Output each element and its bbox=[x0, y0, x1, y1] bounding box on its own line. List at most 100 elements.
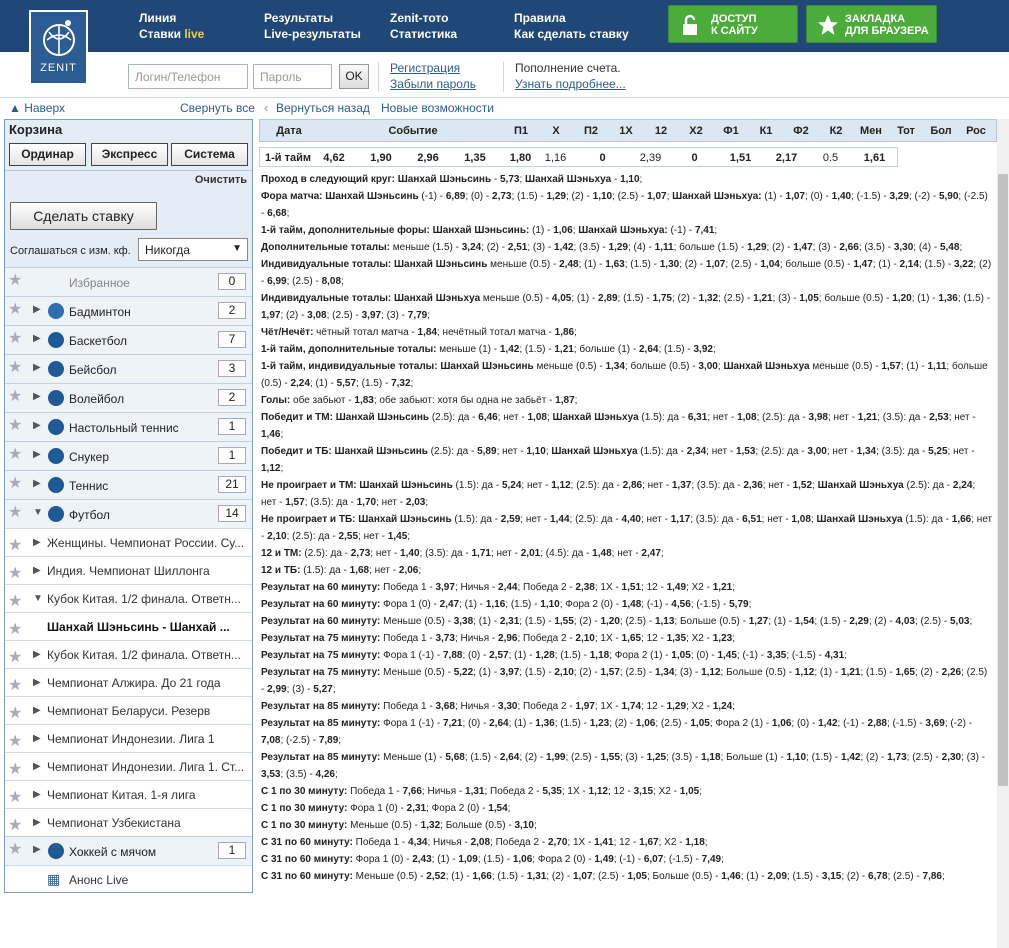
market-line[interactable]: 1-й тайм, дополнительные тоталы: меньше … bbox=[261, 341, 993, 358]
caret-down-icon[interactable]: ▼ bbox=[33, 593, 43, 604]
star-icon[interactable]: ★ bbox=[8, 731, 22, 751]
tab-system-bet[interactable]: Система bbox=[171, 143, 248, 166]
odds-cell[interactable]: 4,62 bbox=[316, 152, 352, 164]
star-icon[interactable]: ★ bbox=[8, 563, 22, 583]
register-link[interactable]: Регистрация bbox=[390, 61, 460, 75]
star-icon[interactable]: ★ bbox=[8, 759, 22, 779]
market-line[interactable]: С 1 по 30 минуту: Фора 1 (0) - 2,31; Фор… bbox=[261, 800, 993, 817]
login-input[interactable]: Логин/Телефон bbox=[128, 64, 248, 89]
scrollbar-thumb[interactable] bbox=[998, 174, 1008, 786]
league-row[interactable]: ★ ▶ Чемпионат Беларуси. Резерв bbox=[5, 696, 252, 724]
star-icon[interactable]: ★ bbox=[8, 505, 22, 521]
market-line[interactable]: Фора матча: Шанхай Шэньсинь (-1) - 6,89;… bbox=[261, 188, 993, 222]
nav-zenit-toto-link[interactable]: Zenit-тото bbox=[390, 10, 457, 26]
sport-row[interactable]: ★ ▶ Бадминтон 2 bbox=[5, 296, 252, 325]
star-icon[interactable]: ★ bbox=[8, 302, 22, 318]
league-row[interactable]: ★ ▶ Кубок Китая. 1/2 финала. Ответн... bbox=[5, 640, 252, 668]
caret-right-icon[interactable]: ▶ bbox=[33, 565, 41, 576]
market-line[interactable]: 1-й тайм, индивидуальные тоталы: Шанхай … bbox=[261, 358, 993, 392]
star-icon[interactable]: ★ bbox=[8, 619, 22, 639]
star-icon[interactable]: ★ bbox=[8, 418, 22, 434]
caret-right-icon[interactable]: ▶ bbox=[33, 333, 41, 344]
caret-right-icon[interactable]: ▶ bbox=[33, 677, 41, 688]
star-icon[interactable]: ★ bbox=[8, 273, 22, 289]
star-icon[interactable]: ★ bbox=[8, 331, 22, 347]
sport-row[interactable]: ★ ▶ Хоккей с мячом 1 bbox=[5, 836, 252, 865]
market-line[interactable]: Не проиграет и ТБ: Шанхай Шэньсинь (1.5)… bbox=[261, 511, 993, 545]
market-line[interactable]: С 1 по 30 минуту: Победа 1 - 7,66; Ничья… bbox=[261, 783, 993, 800]
market-line[interactable]: С 31 по 60 минуту: Победа 1 - 4,34; Ничь… bbox=[261, 834, 993, 851]
league-row[interactable]: ★ ▶ Чемпионат Алжира. До 21 года bbox=[5, 668, 252, 696]
caret-right-icon[interactable]: ▶ bbox=[33, 844, 41, 855]
star-icon[interactable]: ★ bbox=[8, 675, 22, 695]
odds-cell[interactable]: 1,90 bbox=[363, 152, 399, 164]
sport-row[interactable]: ★ ▶ Бейсбол 3 bbox=[5, 354, 252, 383]
scrollbar[interactable] bbox=[997, 119, 1009, 948]
odds-cell[interactable]: 1,80 bbox=[504, 152, 537, 164]
announce-live-row[interactable]: ▦ Анонс Live bbox=[5, 865, 252, 892]
market-line[interactable]: Дополнительные тоталы: меньше (1.5) - 3,… bbox=[261, 239, 993, 256]
market-line[interactable]: Результат на 85 минуту: Меньше (1) - 5,6… bbox=[261, 749, 993, 783]
odds-cell[interactable]: 1,61 bbox=[858, 152, 891, 164]
caret-right-icon[interactable]: ▶ bbox=[33, 304, 41, 315]
star-icon[interactable]: ★ bbox=[8, 842, 22, 858]
odds-cell[interactable]: 0 bbox=[678, 152, 711, 164]
market-line[interactable]: Чёт/Нечёт: чётный тотал матча - 1,84; не… bbox=[261, 324, 993, 341]
caret-right-icon[interactable]: ▶ bbox=[33, 537, 41, 548]
nav-rules-link[interactable]: Правила bbox=[514, 10, 629, 26]
caret-right-icon[interactable]: ▶ bbox=[33, 789, 41, 800]
market-line[interactable]: 12 и ТМ: (2.5): да - 2,73; нет - 1,40; (… bbox=[261, 545, 993, 562]
odds-cell[interactable]: 0.5 bbox=[814, 152, 847, 164]
nav-statistics-link[interactable]: Статистика bbox=[390, 26, 457, 42]
password-input[interactable]: Пароль bbox=[253, 64, 332, 89]
caret-right-icon[interactable]: ▶ bbox=[33, 733, 41, 744]
caret-right-icon[interactable]: ▶ bbox=[33, 761, 41, 772]
agree-odds-select[interactable]: Никогда ▼ bbox=[138, 238, 248, 261]
nav-live-results-link[interactable]: Live-результаты bbox=[264, 26, 361, 42]
market-line[interactable]: Индивидуальные тоталы: Шанхай Шэньсинь м… bbox=[261, 256, 993, 290]
odds-cell[interactable]: 2,39 bbox=[634, 152, 667, 164]
tab-express-bet[interactable]: Экспресс bbox=[91, 143, 168, 166]
star-icon[interactable]: ★ bbox=[8, 535, 22, 555]
sport-row[interactable]: ★ ▼ Футбол 14 bbox=[5, 499, 252, 528]
sport-row[interactable]: ★ Избранное 0 bbox=[5, 267, 252, 296]
back-link[interactable]: Вернуться назад bbox=[276, 101, 370, 115]
forgot-password-link[interactable]: Забыли пароль bbox=[390, 77, 476, 91]
league-row[interactable]: ★ ▼ Кубок Китая. 1/2 финала. Ответн... bbox=[5, 584, 252, 612]
caret-right-icon[interactable]: ▶ bbox=[33, 391, 41, 402]
market-line[interactable]: Голы: обе забьют - 1,83; обе забьют: хот… bbox=[261, 392, 993, 409]
site-access-button[interactable]: Доступ к сайту bbox=[668, 5, 798, 43]
market-line[interactable]: Проход в следующий круг: Шанхай Шэньсинь… bbox=[261, 171, 993, 188]
nav-line-link[interactable]: Линия bbox=[139, 10, 204, 26]
market-line[interactable]: Победит и ТМ: Шанхай Шэньсинь (2.5): да … bbox=[261, 409, 993, 443]
caret-right-icon[interactable]: ▶ bbox=[33, 649, 41, 660]
sport-row[interactable]: ★ ▶ Настольный теннис 1 bbox=[5, 412, 252, 441]
market-line[interactable]: Результат на 75 минуту: Победа 1 - 3,73;… bbox=[261, 630, 993, 647]
place-bet-button[interactable]: Сделать ставку bbox=[10, 202, 157, 230]
zenit-logo[interactable]: ZENIT bbox=[29, 10, 88, 85]
login-ok-button[interactable]: OK bbox=[339, 64, 369, 89]
star-icon[interactable]: ★ bbox=[8, 815, 22, 835]
collapse-all-link[interactable]: Свернуть все bbox=[180, 101, 255, 115]
league-row[interactable]: ★ ▶ Чемпионат Китая. 1-я лига bbox=[5, 780, 252, 808]
star-icon[interactable]: ★ bbox=[8, 447, 22, 463]
league-row[interactable]: ★ ▶ Чемпионат Индонезии. Лига 1. Ст... bbox=[5, 752, 252, 780]
odds-cell[interactable]: 1,51 bbox=[724, 152, 757, 164]
market-line[interactable]: 12 и ТБ: (1.5): да - 1,68; нет - 2,06; bbox=[261, 562, 993, 579]
clear-cart-button[interactable]: Очистить bbox=[5, 170, 252, 190]
bookmark-button[interactable]: Закладка для браузера bbox=[806, 5, 937, 43]
caret-right-icon[interactable]: ▶ bbox=[33, 449, 41, 460]
caret-right-icon[interactable]: ▶ bbox=[33, 705, 41, 716]
market-line[interactable]: С 31 по 60 минуту: Меньше (0.5) - 2,52; … bbox=[261, 868, 993, 885]
caret-right-icon[interactable]: ▶ bbox=[33, 420, 41, 431]
market-line[interactable]: С 31 по 60 минуту: Фора 1 (0) - 2,43; (1… bbox=[261, 851, 993, 868]
star-icon[interactable]: ★ bbox=[8, 591, 22, 611]
market-line[interactable]: Результат на 60 минуту: Фора 1 (0) - 2,4… bbox=[261, 596, 993, 613]
market-line[interactable]: Результат на 85 минуту: Победа 1 - 3,68;… bbox=[261, 698, 993, 715]
odds-cell[interactable]: 0 bbox=[586, 152, 619, 164]
caret-right-icon[interactable]: ▶ bbox=[33, 362, 41, 373]
caret-right-icon[interactable]: ▶ bbox=[33, 478, 41, 489]
sport-row[interactable]: ★ ▶ Теннис 21 bbox=[5, 470, 252, 499]
sport-row[interactable]: ★ ▶ Снукер 1 bbox=[5, 441, 252, 470]
star-icon[interactable]: ★ bbox=[8, 787, 22, 807]
